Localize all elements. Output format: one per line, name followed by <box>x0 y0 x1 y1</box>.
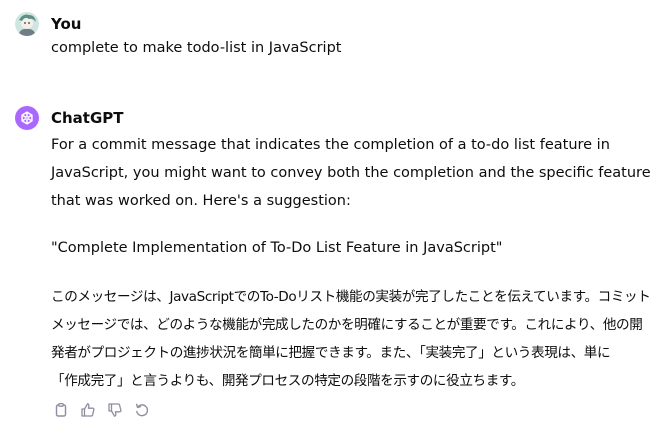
japanese-line: このメッセージは、JavaScriptでのTo-Doリスト機能の実装が完了したこ… <box>51 289 651 305</box>
chatgpt-avatar <box>15 106 39 130</box>
assistant-suggestion: "Complete Implementation of To-Do List F… <box>51 240 503 256</box>
assistant-japanese-paragraph: このメッセージは、JavaScriptでのTo-Doリスト機能の実装が完了したこ… <box>51 283 651 395</box>
copy-icon <box>55 402 67 417</box>
regenerate-icon <box>135 403 149 417</box>
copy-button[interactable] <box>51 400 71 420</box>
japanese-line: メッセージでは、どのような機能が完成したのかを明確にすることが重要です。これによ… <box>51 317 643 333</box>
assistant-author-name: ChatGPT <box>51 109 124 127</box>
thumbs-up-button[interactable] <box>78 400 98 420</box>
assistant-message: ChatGPT For a commit message that indica… <box>0 0 668 430</box>
thumbs-down-button[interactable] <box>105 400 125 420</box>
paragraph-line: that was worked on. Here's a suggestion: <box>51 193 351 209</box>
thumbs-up-icon <box>81 403 95 417</box>
paragraph-line: For a commit message that indicates the … <box>51 137 610 153</box>
assistant-paragraph-1: For a commit message that indicates the … <box>51 131 651 215</box>
japanese-line: 「作成完了」と言うよりも、開発プロセスの特定の段階を示すのに役立ちます。 <box>51 373 524 389</box>
regenerate-button[interactable] <box>132 400 152 420</box>
message-actions <box>51 400 152 420</box>
openai-logo-icon <box>21 111 33 125</box>
japanese-line: 発者がプロジェクトの進捗状況を簡単に把握できます。また、「実装完了」という表現は… <box>51 345 611 361</box>
thumbs-down-icon <box>108 403 122 417</box>
paragraph-line: JavaScript, you might want to convey bot… <box>51 165 651 181</box>
